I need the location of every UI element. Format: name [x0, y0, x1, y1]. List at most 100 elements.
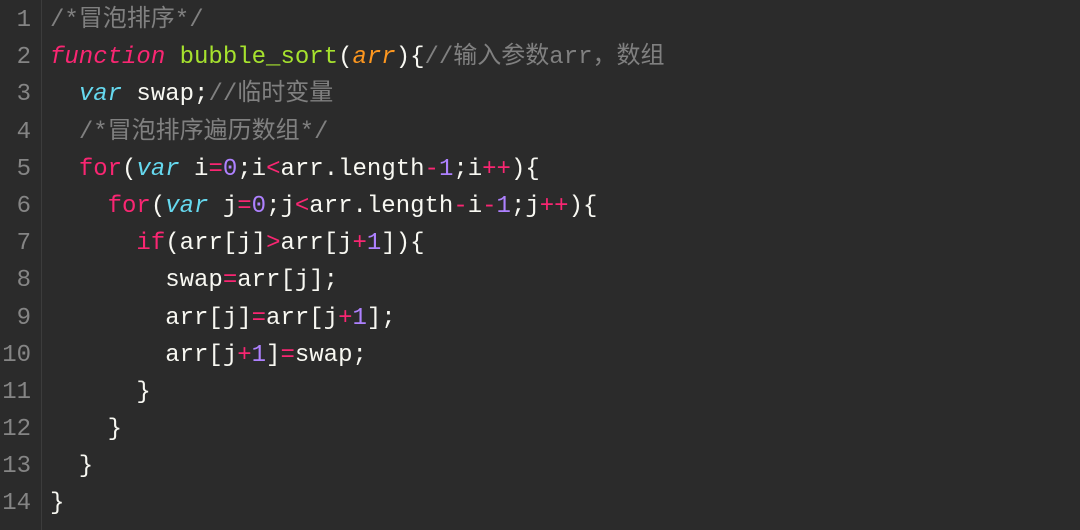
token: ;i: [237, 156, 266, 183]
token: ;i: [453, 156, 482, 183]
code-line: }: [50, 411, 1080, 448]
token: var: [79, 81, 122, 108]
line-number: 1: [0, 2, 31, 39]
token: arr[j]: [50, 305, 252, 332]
token: //临时变量: [208, 81, 333, 108]
token: var: [165, 193, 208, 220]
token: 0: [252, 193, 266, 220]
token: arr.length: [281, 156, 425, 183]
line-number: 11: [0, 374, 31, 411]
token: bubble_sort: [180, 44, 338, 71]
token: 1: [497, 193, 511, 220]
token: -: [453, 193, 467, 220]
token: arr: [352, 44, 395, 71]
token: -: [425, 156, 439, 183]
line-number: 3: [0, 76, 31, 113]
token: arr[j: [280, 230, 352, 257]
token: (: [122, 156, 136, 183]
token: [50, 81, 79, 108]
token: j: [208, 193, 237, 220]
code-line: function bubble_sort(arr){//输入参数arr，数组: [50, 39, 1080, 76]
code-line: /*冒泡排序遍历数组*/: [50, 114, 1080, 151]
code-line: /*冒泡排序*/: [50, 2, 1080, 39]
line-number: 12: [0, 411, 31, 448]
token: arr[j: [266, 305, 338, 332]
line-number: 2: [0, 39, 31, 76]
token: }: [50, 453, 93, 480]
line-number: 5: [0, 151, 31, 188]
token: 1: [352, 305, 366, 332]
code-line: arr[j+1]=swap;: [50, 337, 1080, 374]
token: -: [482, 193, 496, 220]
token: arr[j: [50, 342, 237, 369]
token: 0: [223, 156, 237, 183]
token: for: [108, 193, 151, 220]
token: ;: [194, 81, 208, 108]
token: [50, 119, 79, 146]
token: 1: [367, 230, 381, 257]
token: <: [295, 193, 309, 220]
token: ++: [482, 156, 511, 183]
token: =: [223, 267, 237, 294]
token: ){: [569, 193, 598, 220]
code-editor: 1234567891011121314 /*冒泡排序*/function bub…: [0, 0, 1080, 530]
token: arr[j];: [237, 267, 338, 294]
token: <: [266, 156, 280, 183]
token: [50, 230, 136, 257]
code-line: for(var j=0;j<arr.length-i-1;j++){: [50, 188, 1080, 225]
token: ){: [511, 156, 540, 183]
token: i: [180, 156, 209, 183]
token: arr.length: [309, 193, 453, 220]
token: [165, 44, 179, 71]
token: if: [136, 230, 165, 257]
token: [50, 193, 108, 220]
token: ]){: [381, 230, 424, 257]
code-line: swap=arr[j];: [50, 262, 1080, 299]
token: +: [237, 342, 251, 369]
token: +: [338, 305, 352, 332]
token: >: [266, 230, 280, 257]
line-number: 7: [0, 225, 31, 262]
line-number: 4: [0, 114, 31, 151]
code-line: }: [50, 485, 1080, 522]
token: swap: [122, 81, 194, 108]
token: for: [79, 156, 122, 183]
token: }: [50, 416, 122, 443]
code-line: var swap;//临时变量: [50, 76, 1080, 113]
code-area[interactable]: /*冒泡排序*/function bubble_sort(arr){//输入参数…: [42, 0, 1080, 530]
token: =: [237, 193, 251, 220]
token: +: [352, 230, 366, 257]
token: var: [136, 156, 179, 183]
token: (arr[j]: [165, 230, 266, 257]
token: =: [280, 342, 294, 369]
code-line: }: [50, 448, 1080, 485]
code-line: for(var i=0;i<arr.length-1;i++){: [50, 151, 1080, 188]
token: /*冒泡排序*/: [50, 7, 204, 34]
token: swap;: [295, 342, 367, 369]
token: 1: [439, 156, 453, 183]
token: /*冒泡排序遍历数组*/: [79, 119, 329, 146]
token: ;j: [266, 193, 295, 220]
token: =: [252, 305, 266, 332]
code-line: }: [50, 374, 1080, 411]
token: i: [468, 193, 482, 220]
token: ];: [367, 305, 396, 332]
token: //输入参数arr，数组: [425, 44, 665, 71]
token: =: [208, 156, 222, 183]
token: ++: [540, 193, 569, 220]
token: ){: [396, 44, 425, 71]
line-number: 8: [0, 262, 31, 299]
token: }: [50, 490, 64, 517]
line-number: 10: [0, 337, 31, 374]
token: swap: [50, 267, 223, 294]
line-number: 6: [0, 188, 31, 225]
token: }: [50, 379, 151, 406]
token: 1: [252, 342, 266, 369]
line-number: 13: [0, 448, 31, 485]
token: (: [338, 44, 352, 71]
token: ;j: [511, 193, 540, 220]
token: function: [50, 44, 165, 71]
token: [50, 156, 79, 183]
line-number-gutter: 1234567891011121314: [0, 0, 42, 530]
token: (: [151, 193, 165, 220]
